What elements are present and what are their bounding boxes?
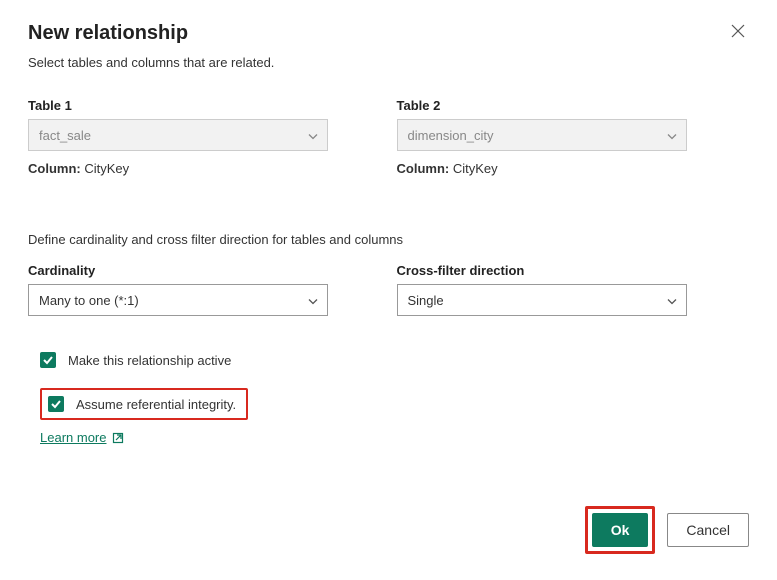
table1-label: Table 1: [28, 98, 369, 113]
table2-column-value: CityKey: [453, 161, 498, 176]
table2-column-label: Column:: [397, 161, 450, 176]
cancel-button[interactable]: Cancel: [667, 513, 749, 547]
cardinality-label: Cardinality: [28, 263, 369, 278]
crossfilter-label: Cross-filter direction: [397, 263, 750, 278]
ok-button[interactable]: Ok: [592, 513, 649, 547]
learn-more-link[interactable]: Learn more: [40, 430, 124, 445]
integrity-checkbox[interactable]: [48, 396, 64, 412]
table2-select[interactable]: [397, 119, 687, 151]
close-icon: [731, 25, 745, 42]
check-icon: [50, 398, 62, 410]
external-link-icon: [112, 432, 124, 444]
close-button[interactable]: [727, 22, 749, 44]
integrity-highlight: Assume referential integrity.: [40, 388, 248, 420]
cardinality-select[interactable]: [28, 284, 328, 316]
table1-column-label: Column:: [28, 161, 81, 176]
dialog-title: New relationship: [28, 22, 188, 45]
table2-label: Table 2: [397, 98, 750, 113]
dialog-subtitle: Select tables and columns that are relat…: [28, 55, 749, 70]
learn-more-label: Learn more: [40, 430, 106, 445]
section-description: Define cardinality and cross filter dire…: [28, 232, 749, 247]
check-icon: [42, 354, 54, 366]
integrity-checkbox-label: Assume referential integrity.: [76, 397, 236, 412]
crossfilter-select[interactable]: [397, 284, 687, 316]
ok-highlight: Ok: [585, 506, 656, 554]
active-checkbox-label: Make this relationship active: [68, 353, 231, 368]
table1-column-value: CityKey: [84, 161, 129, 176]
active-checkbox[interactable]: [40, 352, 56, 368]
table1-select[interactable]: [28, 119, 328, 151]
